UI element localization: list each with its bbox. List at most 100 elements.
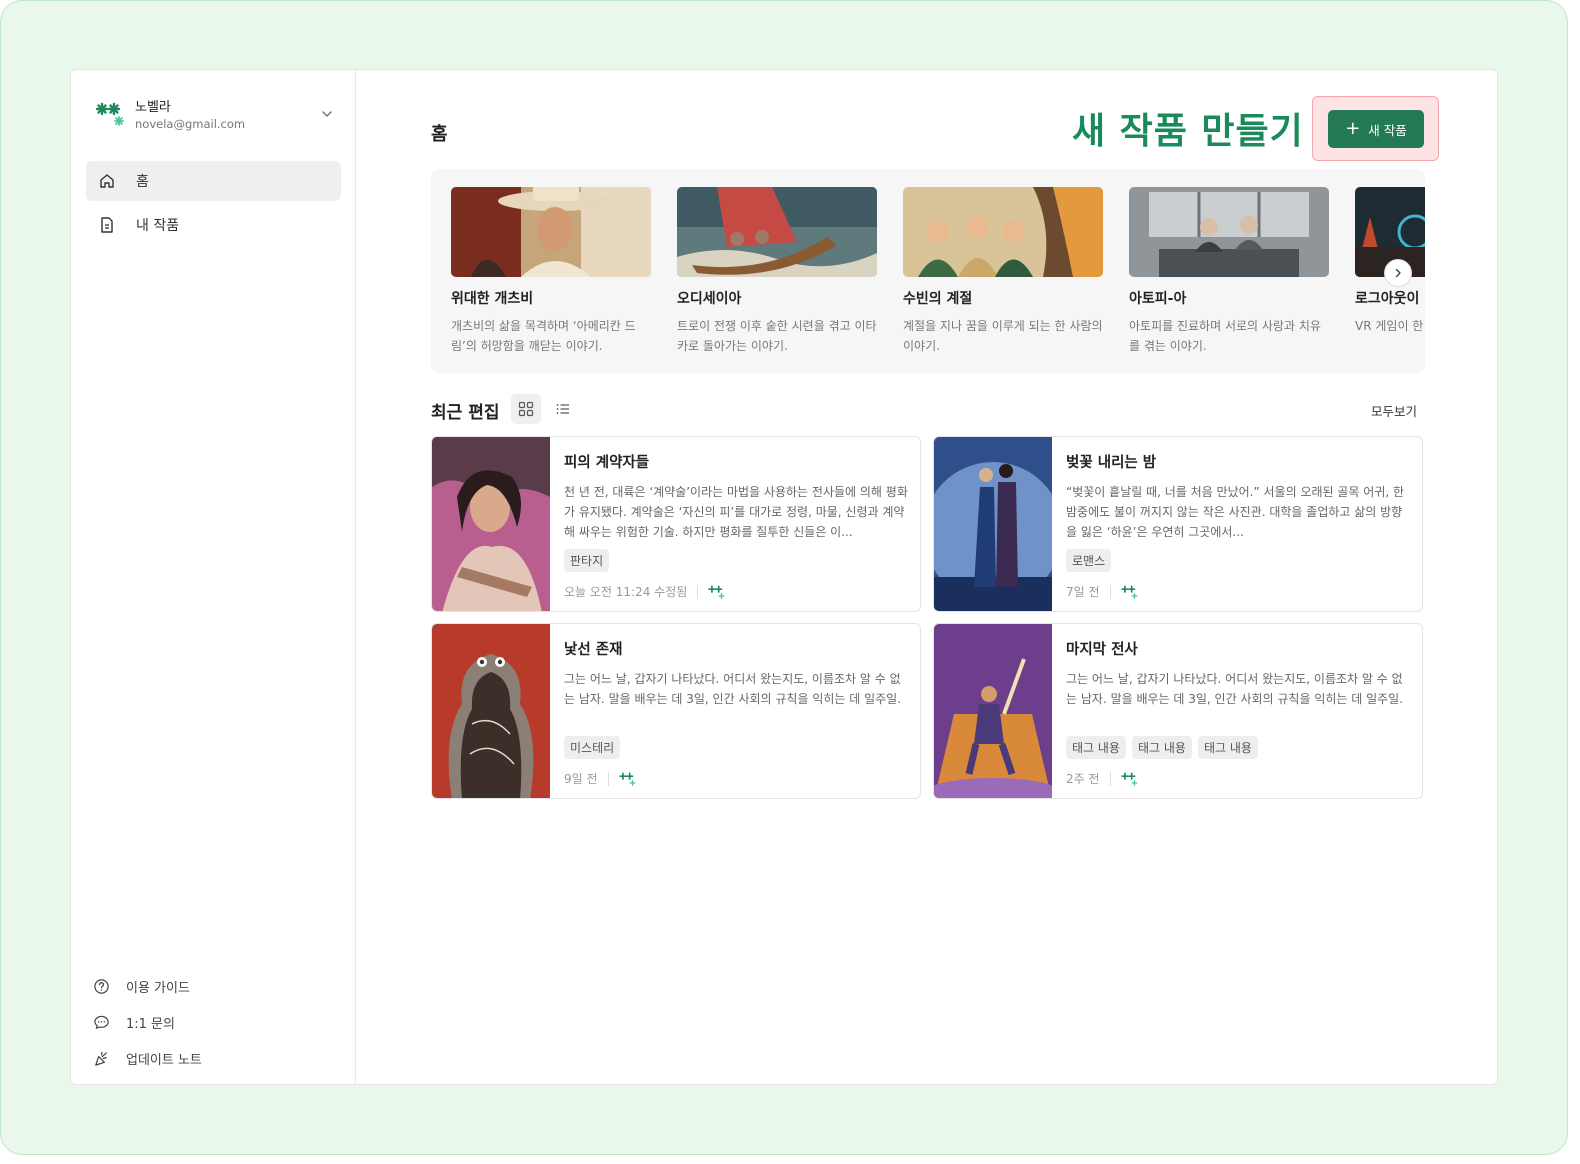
sidebar: 노벨라 novela@gmail.com 홈 내 작품 이용 가이드 1:1 문… [71, 70, 356, 1084]
work-body: 낯선 존재 그는 어느 날, 갑자기 나타났다. 어디서 왔는지도, 이름조차 … [564, 638, 908, 787]
sidebar-item-my-works[interactable]: 내 작품 [86, 205, 341, 245]
new-work-label: 새 작품 [1368, 122, 1407, 138]
featured-desc: 아토피를 진료하며 서로의 사랑과 치유를 겪는 이야기. [1129, 319, 1321, 353]
edit-time: 오늘 오전 11:24 수정됨 [564, 585, 688, 599]
work-card[interactable]: 피의 계약자들 천 년 전, 대륙은 ‘계약술’이라는 마법을 사용하는 전사들… [431, 436, 921, 612]
work-meta: 7일 전 [1066, 583, 1410, 600]
chevron-right-icon [1395, 268, 1401, 278]
footer-item-label: 이용 가이드 [126, 980, 190, 996]
page-title: 홈 [431, 124, 448, 145]
account-switcher[interactable]: 노벨라 novela@gmail.com [95, 92, 335, 136]
tag: 판타지 [564, 549, 610, 572]
plus-icon: + [1345, 118, 1361, 139]
work-tags: 미스테리 [564, 736, 908, 759]
party-popper-icon [95, 1051, 107, 1066]
account-name: 노벨라 [135, 100, 171, 115]
cover-image [677, 187, 877, 277]
chat-bubble-icon [94, 1015, 109, 1029]
list-view-toggle[interactable] [548, 394, 578, 424]
tag: 태그 내용 [1197, 736, 1258, 759]
cover-image [903, 187, 1103, 277]
featured-carousel: 위대한 개츠비 개츠비의 삶을 목격하며 ‘아메리칸 드림’의 허망함을 깨닫는… [431, 169, 1425, 373]
work-meta: 2주 전 [1066, 770, 1410, 787]
sidebar-footer: 이용 가이드 1:1 문의 업데이트 노트 [93, 968, 333, 1076]
main-content: 홈 새 작품 만들기 + 새 작품 위대한 개츠비 개츠비의 삶을 목격하며 ‘… [357, 70, 1497, 1084]
chevron-down-icon [322, 111, 332, 117]
document-icon [101, 217, 113, 233]
grid-icon [518, 401, 534, 417]
footer-item-label: 1:1 문의 [126, 1016, 175, 1032]
new-work-button[interactable]: + 새 작품 [1328, 110, 1424, 148]
featured-desc: 트로이 전쟁 이후 숱한 시련을 겪고 이타카로 돌아가는 이야기. [677, 319, 877, 353]
carousel-next-button[interactable] [1384, 259, 1412, 287]
grid-view-toggle[interactable] [511, 394, 541, 424]
work-body: 피의 계약자들 천 년 전, 대륙은 ‘계약술’이라는 마법을 사용하는 전사들… [564, 451, 908, 600]
tag: 태그 내용 [1066, 736, 1126, 759]
hero-title: 새 작품 만들기 [1072, 111, 1304, 152]
work-desc: 그는 어느 날, 갑자기 나타났다. 어디서 왔는지도, 이름조차 알 수 없는… [1066, 672, 1404, 706]
footer-item-inquiry[interactable]: 1:1 문의 [93, 1004, 333, 1040]
tag: 태그 내용 [1131, 736, 1192, 759]
featured-desc: 개츠비의 삶을 목격하며 ‘아메리칸 드림’의 허망함을 깨닫는 이야기. [451, 319, 636, 353]
see-all-link[interactable]: 모두보기 [1371, 401, 1417, 420]
novela-logo-icon [618, 772, 635, 786]
work-desc: “벚꽃이 흩날릴 때, 너를 처음 만났어.” 서울의 오래된 골목 어귀, 한… [1066, 485, 1405, 539]
recent-title: 최근 편집 [431, 403, 500, 423]
sidebar-nav: 홈 내 작품 [86, 161, 341, 249]
work-desc: 그는 어느 날, 갑자기 나타났다. 어디서 왔는지도, 이름조차 알 수 없는… [564, 672, 902, 706]
featured-title: 수빈의 계절 [903, 291, 973, 307]
sidebar-item-label: 홈 [136, 174, 149, 190]
featured-card[interactable]: 위대한 개츠비 개츠비의 삶을 목격하며 ‘아메리칸 드림’의 허망함을 깨닫는… [451, 187, 651, 356]
featured-title: 로그아웃이 [1355, 291, 1420, 307]
edit-time: 9일 전 [564, 772, 598, 786]
sidebar-item-home[interactable]: 홈 [86, 161, 341, 201]
novela-logo-icon [1120, 585, 1137, 599]
work-title: 벚꽃 내리는 밤 [1066, 455, 1157, 471]
work-tags: 판타지 [564, 549, 908, 572]
featured-title: 아토피-아 [1129, 291, 1187, 307]
new-work-highlight: + 새 작품 [1312, 96, 1439, 161]
work-tags: 로맨스 [1066, 549, 1410, 572]
tag: 로맨스 [1066, 549, 1112, 572]
footer-item-guide[interactable]: 이용 가이드 [93, 968, 333, 1004]
featured-title: 오디세이아 [677, 291, 742, 307]
cover-image [451, 187, 651, 277]
featured-card[interactable]: 오디세이아 트로이 전쟁 이후 숱한 시련을 겪고 이타카로 돌아가는 이야기. [677, 187, 877, 356]
featured-card[interactable]: 수빈의 계절 계절을 지나 꿈을 이루게 되는 한 사람의 이야기. [903, 187, 1103, 356]
home-icon [100, 174, 114, 188]
divider [607, 771, 609, 786]
cover-image [1129, 187, 1329, 277]
tag: 미스테리 [564, 736, 621, 759]
cover-image [432, 437, 550, 611]
divider [697, 584, 699, 599]
edit-time: 7일 전 [1066, 585, 1100, 599]
work-title: 낯선 존재 [564, 642, 623, 658]
cover-image [432, 624, 550, 798]
sidebar-item-label: 내 작품 [136, 218, 180, 234]
featured-card[interactable]: 아토피-아 아토피를 진료하며 서로의 사랑과 치유를 겪는 이야기. [1129, 187, 1329, 356]
featured-title: 위대한 개츠비 [451, 291, 534, 307]
work-body: 마지막 전사 그는 어느 날, 갑자기 나타났다. 어디서 왔는지도, 이름조차… [1066, 638, 1410, 787]
novela-logo-icon [1120, 772, 1137, 786]
novela-logo-icon [708, 585, 725, 599]
work-card[interactable]: 마지막 전사 그는 어느 날, 갑자기 나타났다. 어디서 왔는지도, 이름조차… [933, 623, 1423, 799]
featured-desc: VR 게임이 한 진실을 위해 / [1355, 319, 1425, 333]
work-body: 벚꽃 내리는 밤 “벚꽃이 흩날릴 때, 너를 처음 만났어.” 서울의 오래된… [1066, 451, 1410, 600]
novela-logo-icon [95, 102, 124, 126]
footer-item-label: 업데이트 노트 [126, 1052, 202, 1068]
footer-item-update-notes[interactable]: 업데이트 노트 [93, 1040, 333, 1076]
work-title: 마지막 전사 [1066, 642, 1138, 658]
work-card[interactable]: 벚꽃 내리는 밤 “벚꽃이 흩날릴 때, 너를 처음 만났어.” 서울의 오래된… [933, 436, 1423, 612]
edit-time: 2주 전 [1066, 772, 1100, 786]
work-meta: 오늘 오전 11:24 수정됨 [564, 583, 908, 600]
list-icon [556, 404, 569, 414]
divider [1109, 584, 1111, 599]
work-title: 피의 계약자들 [564, 455, 650, 471]
featured-desc: 계절을 지나 꿈을 이루게 되는 한 사람의 이야기. [903, 319, 1103, 353]
work-desc: 천 년 전, 대륙은 ‘계약술’이라는 마법을 사용하는 전사들에 의해 평화가… [564, 485, 908, 539]
divider [1109, 771, 1111, 786]
work-meta: 9일 전 [564, 770, 908, 787]
work-card[interactable]: 낯선 존재 그는 어느 날, 갑자기 나타났다. 어디서 왔는지도, 이름조차 … [431, 623, 921, 799]
help-circle-icon [94, 978, 109, 994]
work-tags: 태그 내용 태그 내용 태그 내용 [1066, 736, 1410, 759]
